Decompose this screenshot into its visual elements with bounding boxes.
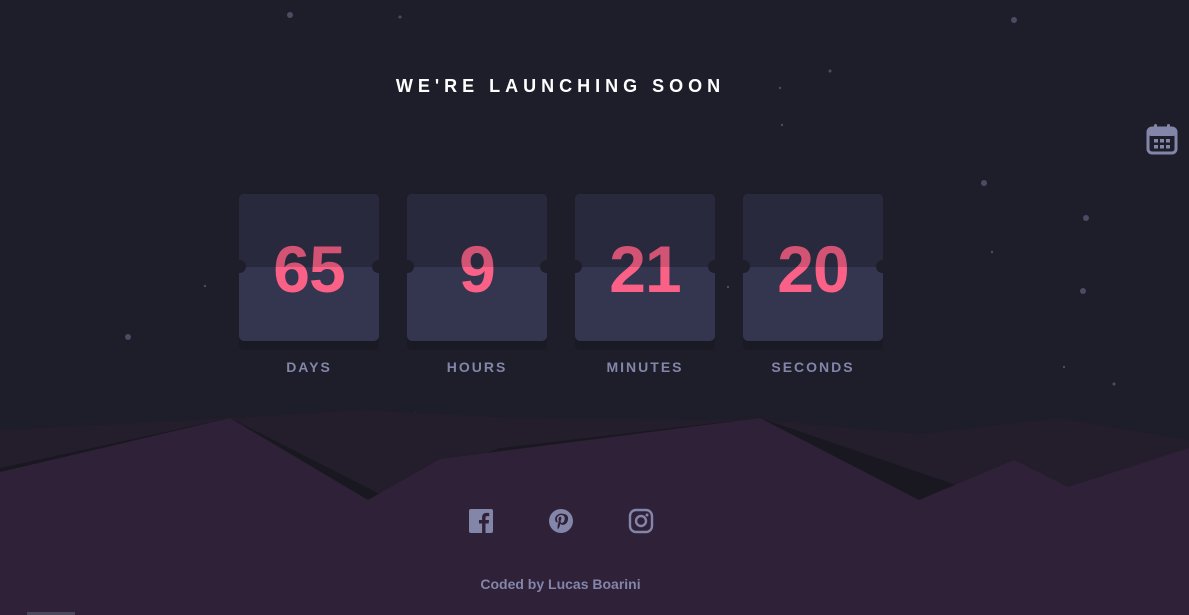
facebook-link[interactable]	[468, 508, 494, 534]
calendar-icon	[1146, 124, 1178, 155]
social-links	[468, 508, 656, 534]
calendar-button[interactable]	[1145, 122, 1179, 156]
countdown-minutes: 21 MINUTES	[575, 194, 715, 375]
countdown-hours: 9 HOURS	[407, 194, 547, 375]
days-label: DAYS	[286, 359, 332, 375]
hours-label: HOURS	[446, 359, 508, 375]
flip-card: 21	[575, 194, 715, 341]
card-notch	[540, 260, 547, 273]
flip-card: 20	[743, 194, 883, 341]
credit-prefix: Coded by	[480, 576, 545, 592]
instagram-icon	[628, 508, 654, 534]
countdown-seconds: 20 SECONDS	[743, 194, 883, 375]
pinterest-link[interactable]	[548, 508, 574, 534]
countdown-days: 65 DAYS	[239, 194, 379, 375]
card-notch	[708, 260, 715, 273]
attribution: Coded by Lucas Boarini	[0, 576, 1121, 592]
flip-card: 9	[407, 194, 547, 341]
author-link[interactable]: Lucas Boarini	[548, 576, 641, 592]
instagram-link[interactable]	[628, 508, 654, 534]
flip-card: 65	[239, 194, 379, 341]
minutes-label: MINUTES	[606, 359, 684, 375]
countdown-timer: 65 DAYS 9 HOURS 21 MINUTES 20 SECONDS	[239, 194, 883, 384]
pinterest-icon	[549, 509, 573, 533]
page-title: WE'RE LAUNCHING SOON	[395, 76, 726, 96]
seconds-label: SECONDS	[771, 359, 855, 375]
card-notch	[372, 260, 379, 273]
facebook-icon	[469, 509, 493, 533]
card-notch	[876, 260, 883, 273]
